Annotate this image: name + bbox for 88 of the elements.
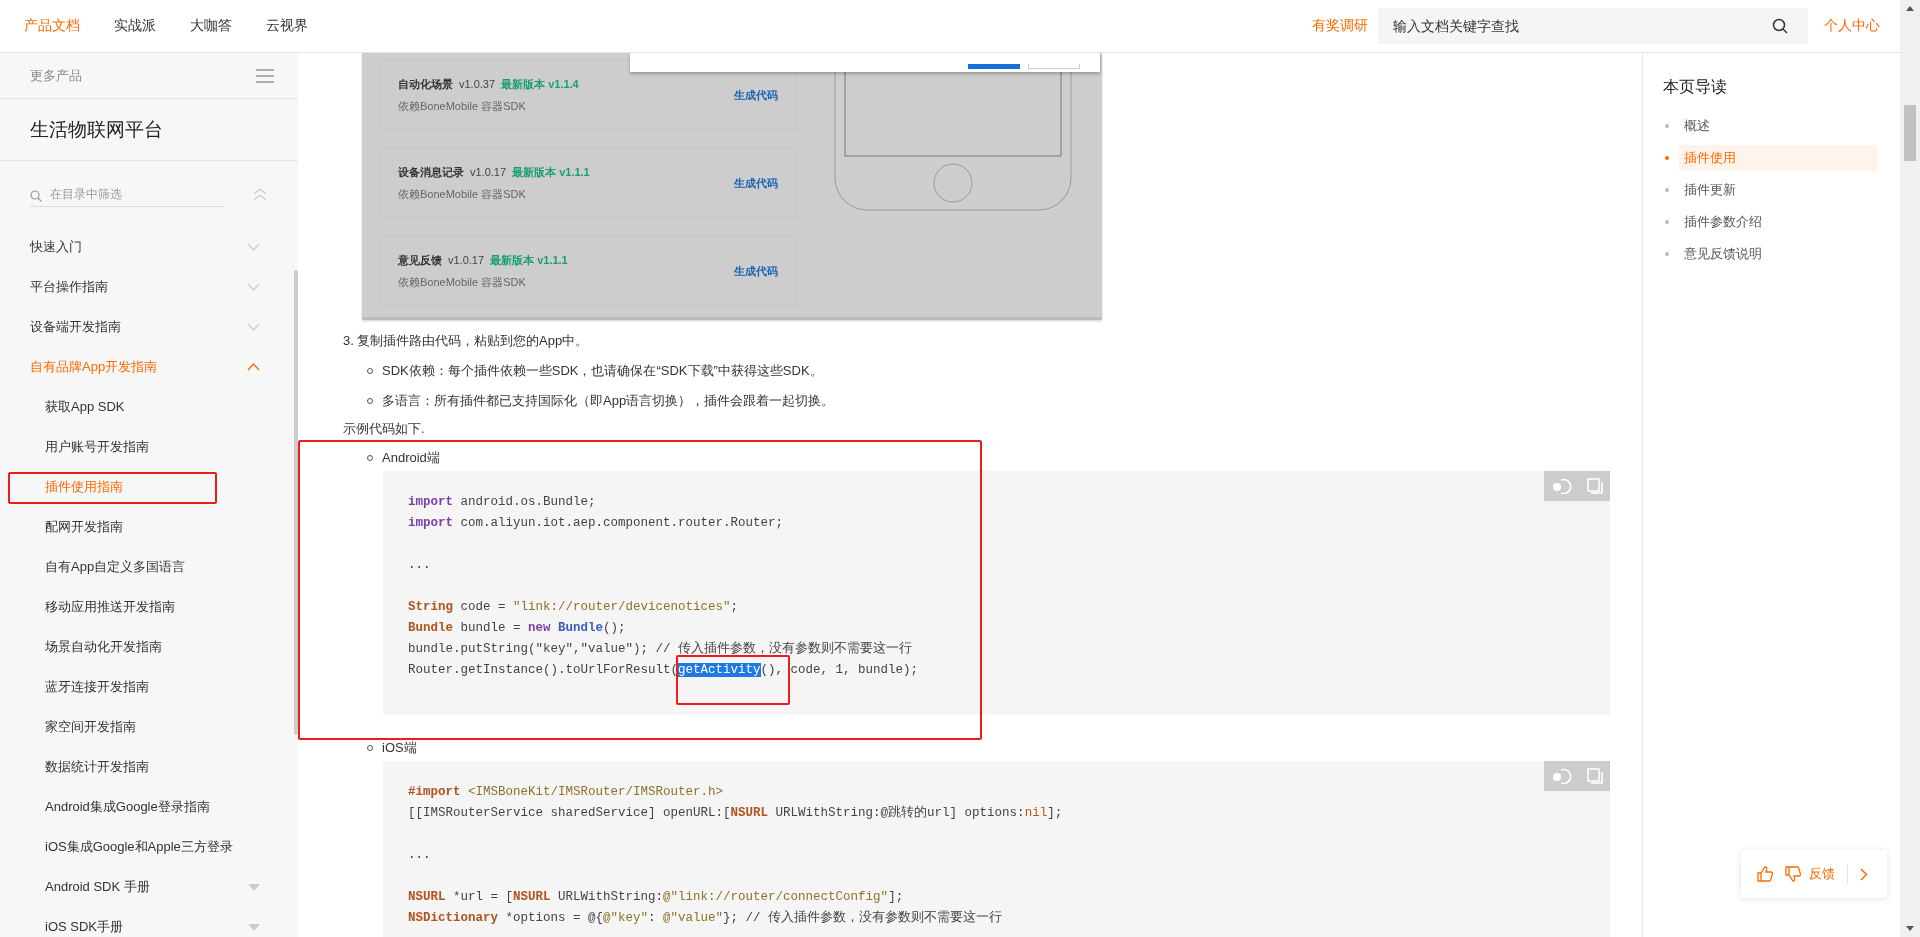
search-icon: [30, 189, 42, 202]
caret-icon: [248, 883, 260, 891]
sidebar-subitem[interactable]: Android集成Google登录指南: [0, 787, 298, 827]
toc-title: 本页导读: [1663, 77, 1728, 97]
platform-label: Android端: [382, 449, 440, 467]
sidebar-subitem[interactable]: iOS SDK手册: [0, 907, 298, 937]
sidebar-subitem[interactable]: Android SDK 手册: [0, 867, 298, 907]
step-number: 3.: [343, 332, 353, 350]
generate-code-link[interactable]: 生成代码: [734, 263, 778, 279]
chevron-icon: [247, 363, 260, 371]
bullet-text: 多语言：所有插件都已支持国际化（即App语言切换），插件会跟着一起切换。: [382, 392, 835, 410]
code-line: import android.os.Bundle;: [408, 494, 597, 511]
toc-item[interactable]: 插件更新: [1679, 177, 1878, 203]
product-title: 生活物联网平台: [0, 99, 298, 161]
platform-label: iOS端: [382, 739, 417, 757]
generate-code-link[interactable]: 生成代码: [734, 175, 778, 191]
plugin-version: v1.0.17: [470, 165, 507, 178]
menu-icon[interactable]: [256, 68, 274, 83]
plugin-version: v1.0.17: [448, 253, 485, 266]
plugin-dependency: 依赖BoneMobile 容器SDK: [398, 186, 527, 202]
sidebar-subitem[interactable]: iOS集成Google和Apple三方登录: [0, 827, 298, 867]
code-line: NSURL *url = [NSURL URLWithString:@"link://router/connectConfig"];: [408, 889, 905, 906]
nav-tab[interactable]: 大咖答: [190, 17, 232, 35]
chevron-icon: [247, 243, 260, 251]
bullet-icon: [1665, 124, 1669, 128]
toc-item[interactable]: 意见反馈说明: [1679, 241, 1878, 267]
plugin-dependency: 依赖BoneMobile 容器SDK: [398, 274, 527, 290]
chevron-icon: [247, 323, 260, 331]
search-field[interactable]: 输入文档关键字查找: [1378, 8, 1808, 44]
sidebar-subitem[interactable]: 家空间开发指南: [0, 707, 298, 747]
nav-tab[interactable]: 实战派: [114, 17, 156, 35]
theme-toggle-icon[interactable]: [1551, 478, 1572, 494]
chevron-right-icon[interactable]: [1860, 867, 1868, 881]
generate-code-link[interactable]: 生成代码: [734, 87, 778, 103]
code-line: ...: [408, 557, 432, 574]
plugin-version: v1.0.37: [459, 77, 496, 90]
latest-version: 最新版本 v1.1.1: [512, 164, 590, 180]
copy-icon[interactable]: [1586, 768, 1603, 784]
theme-toggle-icon[interactable]: [1551, 768, 1572, 784]
sidebar-subitem[interactable]: 用户账号开发指南: [0, 427, 298, 467]
toc-item[interactable]: 插件参数介绍: [1679, 209, 1878, 235]
scrollbar-thumb[interactable]: [1904, 105, 1916, 161]
latest-version: 最新版本 v1.1.1: [490, 252, 568, 268]
sidebar-subitem[interactable]: 数据统计开发指南: [0, 747, 298, 787]
plugin-name: 设备消息记录: [398, 164, 464, 180]
code-line: NSDictionary *options = @{@"key": @"value"}; // 传入插件参数，没有参数则不需要这一行: [408, 909, 1004, 927]
plugin-name: 自动化场景: [398, 76, 453, 92]
more-products-label: 更多产品: [30, 66, 82, 85]
code-line: Router.getInstance().toUrlForResult(getActivity(), code, 1, bundle);: [408, 662, 920, 679]
latest-version: 最新版本 v1.1.4: [501, 76, 579, 92]
bullet-icon: [1665, 252, 1669, 256]
nav-tab[interactable]: 云视界: [266, 17, 308, 35]
sidebar-item[interactable]: 设备端开发指南: [0, 307, 298, 347]
thumbs-up-icon[interactable]: [1757, 866, 1773, 882]
bullet-icon: [1665, 156, 1669, 160]
scroll-down-icon[interactable]: [1906, 926, 1914, 931]
copy-icon[interactable]: [1586, 478, 1603, 494]
sidebar-subitem[interactable]: 配网开发指南: [0, 507, 298, 547]
caret-icon: [248, 923, 260, 931]
bullet-icon: [1665, 188, 1669, 192]
bullet-text: SDK依赖：每个插件依赖一些SDK，也请确保在“SDK下载”中获得这些SDK。: [382, 362, 823, 380]
collapse-icon[interactable]: [253, 187, 267, 201]
filter-field[interactable]: 在目录中筛选: [30, 181, 225, 207]
sidebar-subitem[interactable]: 移动应用推送开发指南: [0, 587, 298, 627]
sidebar-subitem[interactable]: 获取App SDK: [0, 387, 298, 427]
plugin-name: 意见反馈: [398, 252, 442, 268]
toc-item[interactable]: 概述: [1679, 113, 1878, 139]
sidebar-item[interactable]: 快速入门: [0, 227, 298, 267]
sidebar-subitem[interactable]: 场景自动化开发指南: [0, 627, 298, 667]
chevron-icon: [247, 283, 260, 291]
code-line: String code = "link://router/devicenotices";: [408, 599, 740, 616]
example-intro: 示例代码如下.: [343, 420, 426, 438]
code-line: #import <IMSBoneKit/IMSRouter/IMSRouter.h>: [408, 784, 725, 801]
sidebar-item[interactable]: 平台操作指南: [0, 267, 298, 307]
sidebar-subitem[interactable]: 蓝牙连接开发指南: [0, 667, 298, 707]
code-line: bundle.putString("key","value"); // 传入插件参数，没有参数则不需要这一行: [408, 640, 914, 658]
scroll-up-icon[interactable]: [1906, 6, 1914, 11]
step-text: 复制插件路由代码，粘贴到您的App中。: [357, 332, 589, 350]
search-icon[interactable]: [1772, 18, 1788, 34]
bullet-icon: [1665, 220, 1669, 224]
code-line: Bundle bundle = new Bundle();: [408, 620, 627, 637]
code-line: ...: [408, 847, 432, 864]
code-line: import com.aliyun.iot.aep.component.router.Router;: [408, 515, 785, 532]
scrollbar-thumb[interactable]: [294, 270, 298, 735]
code-line: [[IMSRouterService sharedService] openURL:[NSURL URLWithString:@跳转的url] options:nil];: [408, 804, 1064, 822]
plugin-dependency: 依赖BoneMobile 容器SDK: [398, 98, 527, 114]
thumbs-down-icon[interactable]: [1785, 866, 1801, 882]
sidebar-subitem[interactable]: 自有App自定义多国语言: [0, 547, 298, 587]
